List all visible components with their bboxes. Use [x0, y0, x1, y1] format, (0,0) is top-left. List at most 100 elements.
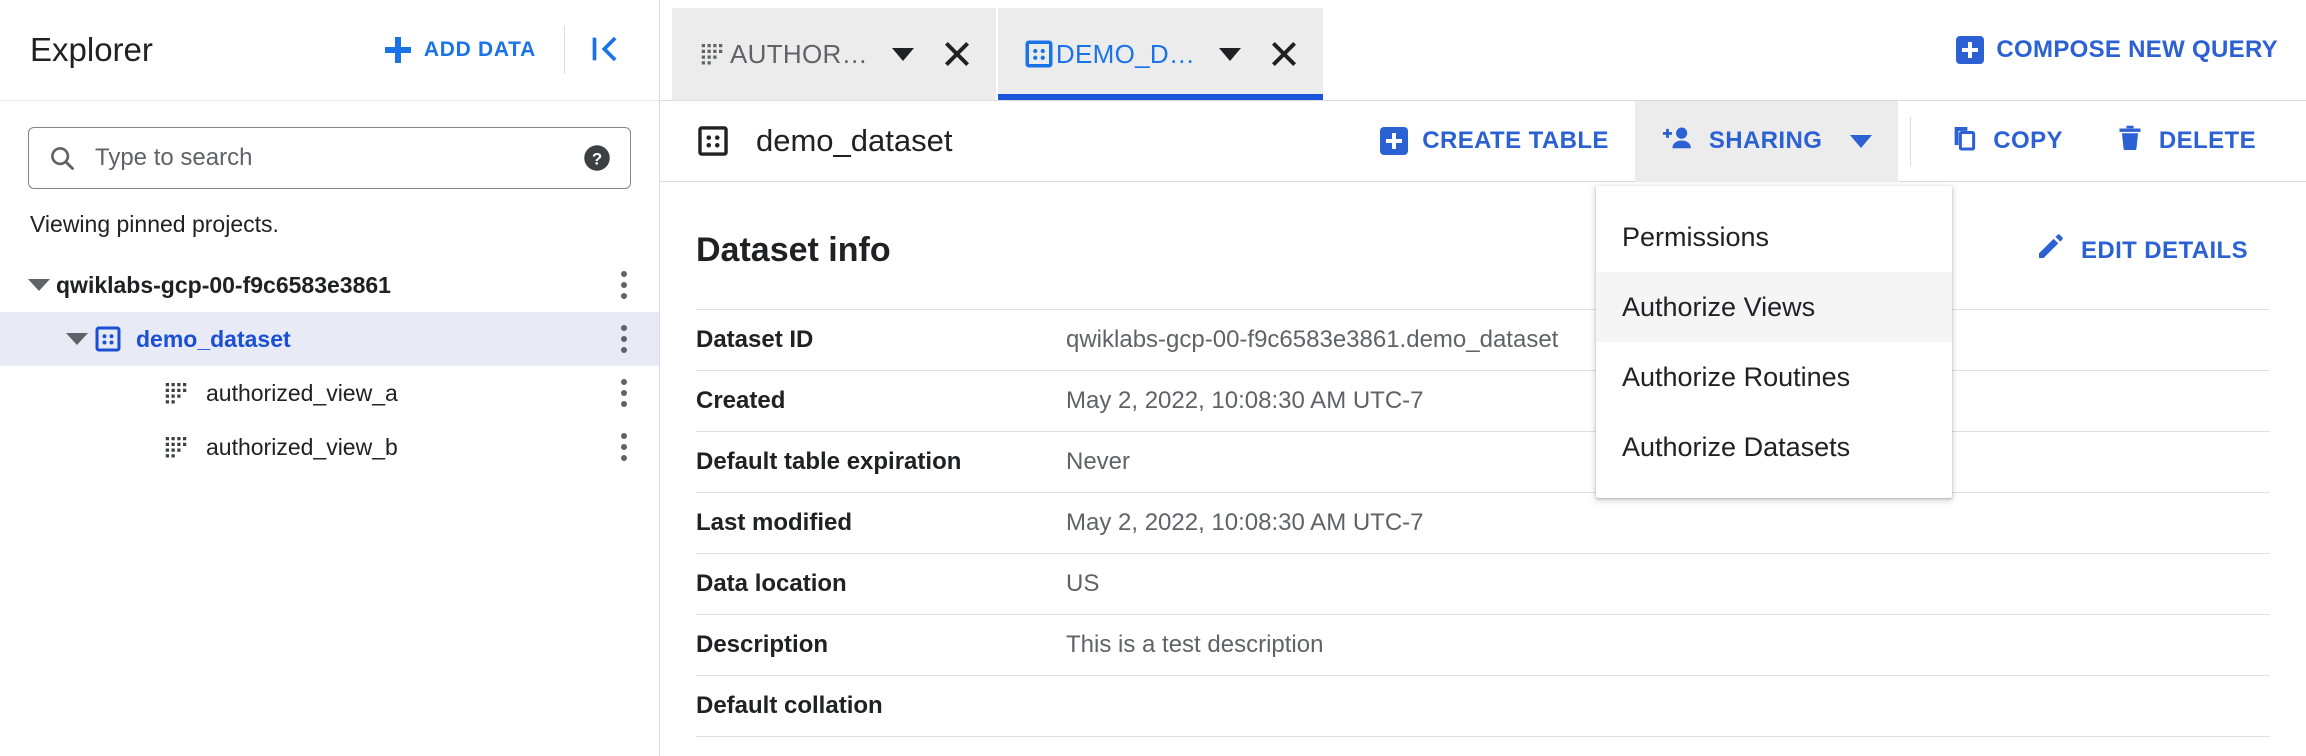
dataset-info-header: Dataset info EDIT DETAILS	[696, 222, 2270, 279]
chevron-down-icon[interactable]	[1219, 48, 1241, 61]
tree-item-dataset-label: demo_dataset	[136, 326, 291, 353]
tab-authorized-view-label: AUTHOR…	[730, 39, 868, 70]
row-value: US	[1066, 554, 2270, 615]
collapse-panel-button[interactable]	[573, 24, 635, 77]
sharing-label: SHARING	[1709, 127, 1822, 155]
dataset-toolbar: demo_dataset CREATE TABLE	[660, 101, 2306, 182]
pinned-projects-note: Viewing pinned projects.	[0, 189, 659, 254]
sidebar-header-actions: ADD DATA	[371, 24, 635, 77]
chevron-down-icon	[1850, 135, 1872, 148]
copy-button[interactable]: COPY	[1923, 101, 2089, 182]
trash-icon	[2115, 123, 2145, 160]
create-table-label: CREATE TABLE	[1422, 127, 1609, 155]
search-section: ?	[0, 101, 659, 189]
copy-icon	[1949, 123, 1979, 160]
dataset-info-heading: Dataset info	[696, 231, 891, 270]
table-row: Description This is a test description	[696, 615, 2270, 676]
collapse-panel-icon	[587, 32, 621, 69]
dataset-icon	[94, 325, 122, 353]
bigquery-console: Explorer ADD DATA	[0, 0, 2306, 756]
tree-item-view-a-label: authorized_view_a	[206, 380, 398, 407]
menu-item-authorize-datasets[interactable]: Authorize Datasets	[1596, 412, 1952, 482]
edit-details-label: EDIT DETAILS	[2081, 237, 2248, 265]
plus-square-icon	[1380, 127, 1408, 155]
menu-item-authorize-views[interactable]: Authorize Views	[1596, 272, 1952, 342]
chevron-down-icon[interactable]	[60, 333, 94, 345]
menu-item-authorize-routines[interactable]: Authorize Routines	[1596, 342, 1952, 412]
search-box[interactable]: ?	[28, 127, 631, 189]
row-key: Default table expiration	[696, 432, 1066, 493]
tree-item-view-b-label: authorized_view_b	[206, 434, 398, 461]
row-value: This is a test description	[1066, 615, 2270, 676]
view-grid-dots-icon	[162, 432, 192, 462]
sidebar-header: Explorer ADD DATA	[0, 0, 659, 101]
tab-demo-dataset[interactable]: DEMO_D…	[998, 8, 1323, 100]
view-grid-dots-icon	[698, 39, 728, 69]
copy-label: COPY	[1993, 127, 2063, 155]
tree-item-view-a[interactable]: authorized_view_a	[0, 366, 659, 420]
tree-item-project[interactable]: qwiklabs-gcp-00-f9c6583e3861	[0, 258, 659, 312]
menu-item-permissions[interactable]: Permissions	[1596, 202, 1952, 272]
tab-bar: AUTHOR… DEMO_D…	[660, 0, 2306, 101]
tab-demo-dataset-label: DEMO_D…	[1056, 39, 1195, 70]
dataset-info-panel: Dataset info EDIT DETAILS	[660, 182, 2306, 737]
compose-new-query-label: COMPOSE NEW QUERY	[1996, 36, 2278, 64]
row-key: Created	[696, 371, 1066, 432]
explorer-sidebar: Explorer ADD DATA	[0, 0, 660, 756]
tree-item-dataset[interactable]: demo_dataset	[0, 312, 659, 366]
close-icon[interactable]	[1267, 37, 1301, 71]
table-row: Last modified May 2, 2022, 10:08:30 AM U…	[696, 493, 2270, 554]
table-row: Data location US	[696, 554, 2270, 615]
row-key: Default collation	[696, 676, 1066, 737]
add-data-label: ADD DATA	[424, 38, 536, 62]
table-row: Default collation	[696, 676, 2270, 737]
dataset-overflow-menu-button[interactable]	[611, 322, 637, 356]
tree-item-view-b[interactable]: authorized_view_b	[0, 420, 659, 474]
plus-icon	[385, 37, 411, 63]
page-title: Explorer	[30, 31, 153, 69]
help-circle-icon[interactable]: ?	[582, 143, 612, 173]
dataset-icon	[696, 124, 730, 158]
compose-new-query-button[interactable]: COMPOSE NEW QUERY	[1936, 0, 2306, 100]
svg-text:?: ?	[592, 149, 602, 168]
delete-label: DELETE	[2159, 127, 2256, 155]
row-key: Description	[696, 615, 1066, 676]
person-add-icon	[1661, 123, 1695, 160]
view-grid-dots-icon	[162, 378, 192, 408]
dataset-toolbar-actions: CREATE TABLE SHARING	[1354, 101, 2282, 182]
chevron-down-icon[interactable]	[892, 48, 914, 61]
table-row: Default table expiration Never	[696, 432, 2270, 493]
row-value: May 2, 2022, 10:08:30 AM UTC-7	[1066, 493, 2270, 554]
row-key: Last modified	[696, 493, 1066, 554]
search-input[interactable]	[95, 144, 570, 172]
delete-button[interactable]: DELETE	[2089, 101, 2282, 182]
table-row: Created May 2, 2022, 10:08:30 AM UTC-7	[696, 371, 2270, 432]
project-overflow-menu-button[interactable]	[611, 268, 637, 302]
divider	[1910, 117, 1911, 166]
sharing-dropdown-menu: Permissions Authorize Views Authorize Ro…	[1596, 186, 1952, 498]
divider	[564, 26, 565, 74]
dataset-info-table: Dataset ID qwiklabs-gcp-00-f9c6583e3861.…	[696, 309, 2270, 737]
project-tree: qwiklabs-gcp-00-f9c6583e3861	[0, 258, 659, 474]
search-icon	[47, 143, 77, 173]
tab-list: AUTHOR… DEMO_D…	[660, 0, 1323, 100]
add-data-button[interactable]: ADD DATA	[371, 27, 550, 73]
row-key: Dataset ID	[696, 310, 1066, 371]
dataset-info-inner: Dataset info EDIT DETAILS	[660, 222, 2306, 737]
chevron-down-icon[interactable]	[22, 279, 56, 291]
dataset-icon	[1024, 39, 1054, 69]
view-a-overflow-menu-button[interactable]	[611, 376, 637, 410]
main-panel: AUTHOR… DEMO_D…	[660, 0, 2306, 756]
row-value	[1066, 676, 2270, 737]
close-icon[interactable]	[940, 37, 974, 71]
tab-authorized-view[interactable]: AUTHOR…	[672, 8, 996, 100]
table-row: Dataset ID qwiklabs-gcp-00-f9c6583e3861.…	[696, 310, 2270, 371]
view-b-overflow-menu-button[interactable]	[611, 430, 637, 464]
create-table-button[interactable]: CREATE TABLE	[1354, 101, 1635, 182]
edit-details-button[interactable]: EDIT DETAILS	[2021, 222, 2262, 279]
dataset-title: demo_dataset	[756, 123, 952, 159]
tree-item-project-label: qwiklabs-gcp-00-f9c6583e3861	[56, 272, 391, 299]
sharing-button[interactable]: SHARING	[1635, 101, 1898, 182]
row-key: Data location	[696, 554, 1066, 615]
plus-square-icon	[1956, 36, 1984, 64]
